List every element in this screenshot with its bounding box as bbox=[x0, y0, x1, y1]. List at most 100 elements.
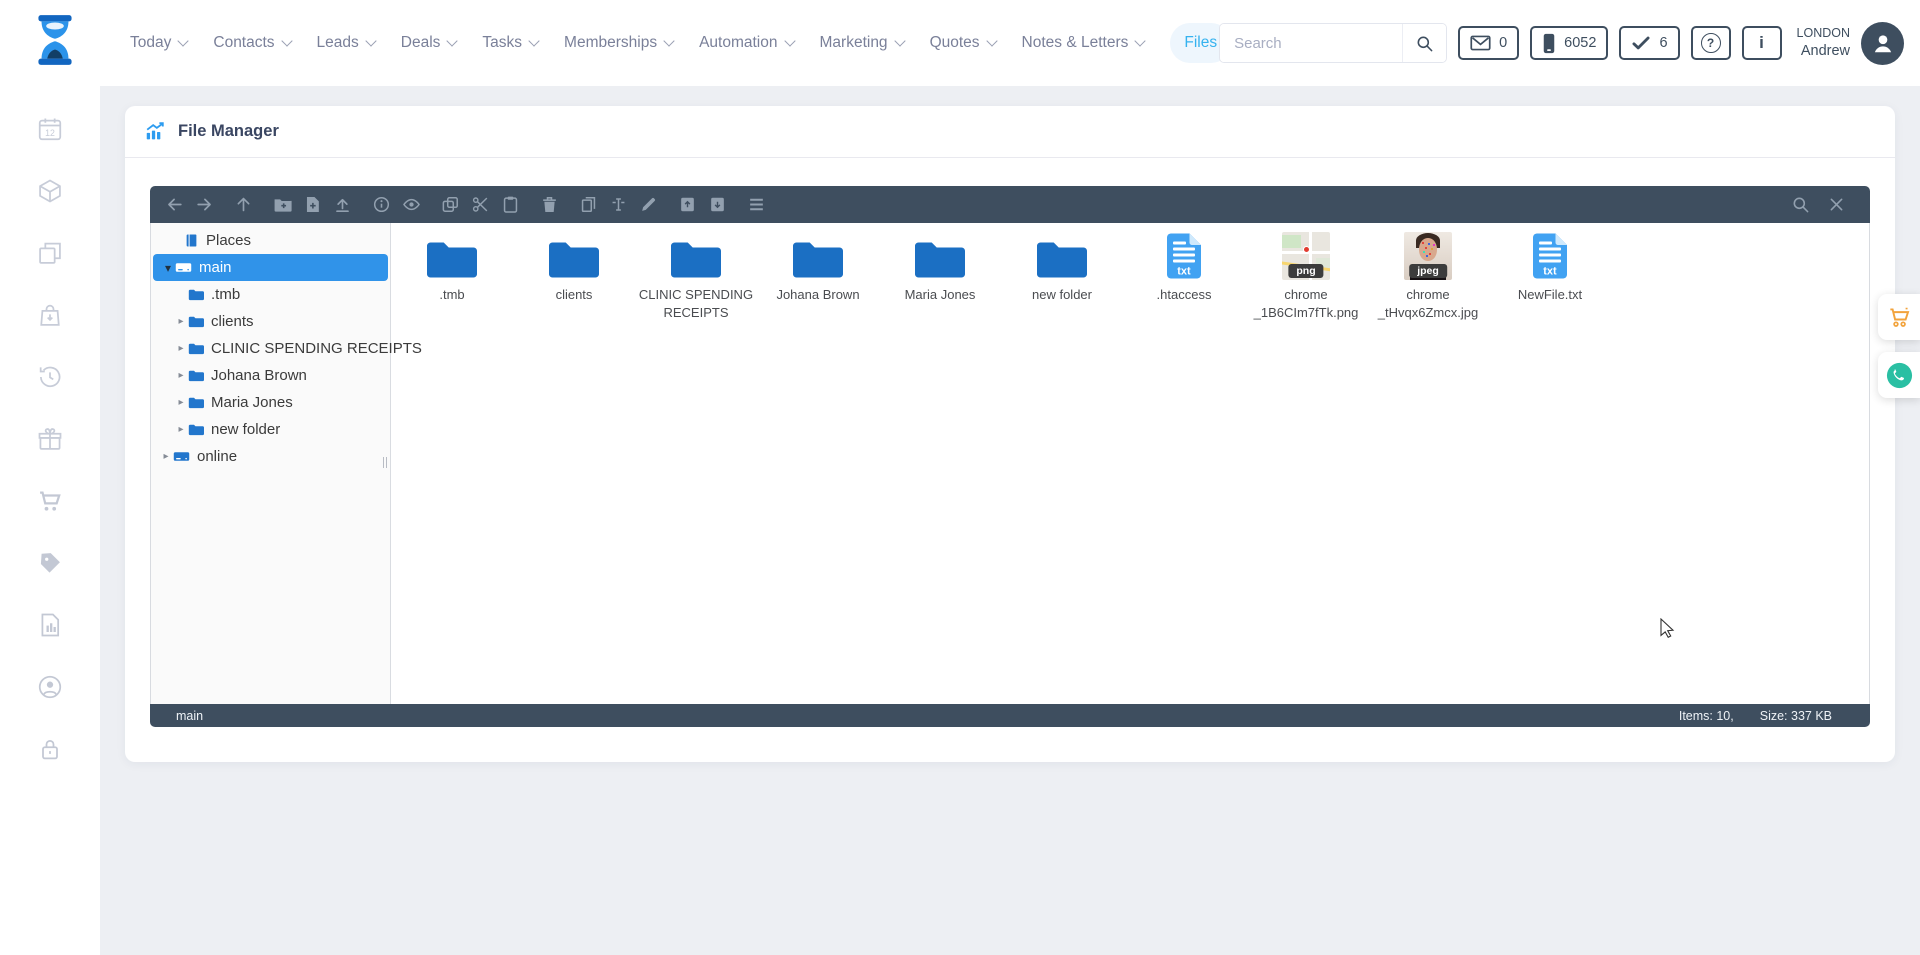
page-title: File Manager bbox=[178, 122, 279, 141]
file-cell-htaccess[interactable]: txt .htaccess bbox=[1123, 227, 1245, 321]
user-avatar[interactable] bbox=[1861, 22, 1904, 65]
caret-down-icon[interactable] bbox=[161, 261, 175, 275]
caret-right-icon[interactable] bbox=[174, 397, 188, 408]
tree-row-main[interactable]: main bbox=[153, 254, 388, 281]
cart-icon[interactable] bbox=[36, 486, 65, 515]
app-logo-hourglass-icon[interactable] bbox=[26, 12, 84, 70]
file-name: clients bbox=[556, 286, 593, 304]
calendar-icon[interactable]: 12 bbox=[36, 114, 65, 143]
fm-search-icon[interactable] bbox=[1790, 194, 1811, 215]
copy-icon[interactable] bbox=[440, 194, 461, 215]
file-cell-chrome-jpg[interactable]: jpeg chrome​_tHvqx6Zmcx.jpg bbox=[1367, 227, 1489, 321]
caret-right-icon[interactable] bbox=[174, 316, 188, 327]
file-cell-clients[interactable]: clients bbox=[513, 227, 635, 321]
file-cell-chrome-png[interactable]: png chrome​_1B6CIm7fTk.png bbox=[1245, 227, 1367, 321]
folder-icon bbox=[791, 230, 845, 280]
main-nav: Today Contacts Leads Deals Tasks Members… bbox=[130, 0, 1231, 86]
file-grid[interactable]: .tmb clients CLINIC SPENDING RECEIPTS Jo… bbox=[391, 223, 1869, 704]
nav-notes-letters[interactable]: Notes & Letters bbox=[1022, 34, 1145, 52]
up-icon[interactable] bbox=[233, 194, 254, 215]
tree-row-clinic-spending-receipts[interactable]: CLINIC SPENDING RECEIPTS bbox=[151, 335, 390, 362]
rename-icon[interactable] bbox=[608, 194, 629, 215]
task-counter-button[interactable]: 6 bbox=[1619, 26, 1679, 60]
search-input[interactable] bbox=[1220, 24, 1402, 62]
nav-today[interactable]: Today bbox=[130, 34, 187, 52]
preview-eye-icon[interactable] bbox=[401, 194, 422, 215]
tree-row-tmb[interactable]: .tmb bbox=[151, 281, 390, 308]
info-icon[interactable] bbox=[371, 194, 392, 215]
file-cell-johana-brown[interactable]: Johana Brown bbox=[757, 227, 879, 321]
file-name: .tmb bbox=[439, 286, 464, 304]
shopping-bag-icon[interactable] bbox=[36, 300, 65, 329]
tree-row-places[interactable]: Places bbox=[151, 227, 390, 254]
forward-icon[interactable] bbox=[194, 194, 215, 215]
pages-icon[interactable] bbox=[36, 238, 65, 267]
nav-tasks[interactable]: Tasks bbox=[482, 34, 538, 52]
folder-icon bbox=[188, 369, 204, 382]
caret-right-icon[interactable] bbox=[159, 451, 173, 462]
file-cell-clinic-spending-receipts[interactable]: CLINIC SPENDING RECEIPTS bbox=[635, 227, 757, 321]
price-tag-icon[interactable] bbox=[36, 548, 65, 577]
tree-label: CLINIC SPENDING RECEIPTS bbox=[211, 340, 422, 357]
nav-label: Files bbox=[1184, 34, 1217, 52]
file-cell-tmb[interactable]: .tmb bbox=[391, 227, 513, 321]
back-icon[interactable] bbox=[164, 194, 185, 215]
nav-deals[interactable]: Deals bbox=[401, 34, 457, 52]
call-counter-button[interactable]: 6052 bbox=[1530, 26, 1608, 60]
tree-row-clients[interactable]: clients bbox=[151, 308, 390, 335]
caret-right-icon[interactable] bbox=[174, 424, 188, 435]
caret-right-icon[interactable] bbox=[174, 343, 188, 354]
delete-icon[interactable] bbox=[539, 194, 560, 215]
info-button[interactable]: i bbox=[1742, 26, 1782, 60]
search-box bbox=[1219, 23, 1447, 63]
folder-icon bbox=[188, 396, 204, 409]
caret-right-icon[interactable] bbox=[174, 370, 188, 381]
floating-phone-button[interactable] bbox=[1878, 352, 1920, 398]
report-icon[interactable] bbox=[36, 610, 65, 639]
cut-icon[interactable] bbox=[470, 194, 491, 215]
tree-row-new-folder[interactable]: new folder bbox=[151, 416, 390, 443]
nav-memberships[interactable]: Memberships bbox=[564, 34, 673, 52]
new-folder-icon[interactable] bbox=[272, 194, 293, 215]
tree-row-johana-brown[interactable]: Johana Brown bbox=[151, 362, 390, 389]
chevron-down-icon bbox=[663, 35, 674, 46]
file-cell-maria-jones[interactable]: Maria Jones bbox=[879, 227, 1001, 321]
list-view-icon[interactable] bbox=[746, 194, 767, 215]
paste-icon[interactable] bbox=[500, 194, 521, 215]
lock-icon[interactable] bbox=[36, 734, 65, 763]
package-icon[interactable] bbox=[36, 176, 65, 205]
upload-icon[interactable] bbox=[332, 194, 353, 215]
nav-quotes[interactable]: Quotes bbox=[930, 34, 996, 52]
new-file-icon[interactable] bbox=[302, 194, 323, 215]
gift-icon[interactable] bbox=[36, 424, 65, 453]
account-icon[interactable] bbox=[36, 672, 65, 701]
phone-icon bbox=[1542, 33, 1556, 54]
drive-icon bbox=[173, 449, 190, 464]
txt-badge: txt bbox=[1543, 266, 1557, 278]
chevron-down-icon bbox=[281, 35, 292, 46]
nav-contacts[interactable]: Contacts bbox=[213, 34, 290, 52]
duplicate-icon[interactable] bbox=[578, 194, 599, 215]
mail-counter-button[interactable]: 0 bbox=[1458, 26, 1519, 60]
icon-sidebar: 12 bbox=[0, 86, 100, 955]
edit-pencil-icon[interactable] bbox=[638, 194, 659, 215]
file-cell-new-folder[interactable]: new folder bbox=[1001, 227, 1123, 321]
file-name: .htaccess bbox=[1157, 286, 1212, 304]
tree-resize-handle[interactable] bbox=[383, 457, 387, 468]
nav-label: Memberships bbox=[564, 34, 657, 52]
file-cell-newfile-txt[interactable]: txt NewFile.txt bbox=[1489, 227, 1611, 321]
search-button[interactable] bbox=[1402, 24, 1446, 62]
info-icon: i bbox=[1759, 33, 1764, 53]
tree-row-maria-jones[interactable]: Maria Jones bbox=[151, 389, 390, 416]
history-icon[interactable] bbox=[36, 362, 65, 391]
tree-row-online[interactable]: online bbox=[151, 443, 390, 470]
extract-icon[interactable] bbox=[707, 194, 728, 215]
person-icon bbox=[1870, 30, 1896, 56]
nav-marketing[interactable]: Marketing bbox=[820, 34, 904, 52]
archive-icon[interactable] bbox=[677, 194, 698, 215]
floating-cart-button[interactable] bbox=[1878, 294, 1920, 340]
help-button[interactable]: ? bbox=[1691, 26, 1731, 60]
close-icon[interactable] bbox=[1826, 194, 1847, 215]
nav-automation[interactable]: Automation bbox=[699, 34, 793, 52]
nav-leads[interactable]: Leads bbox=[317, 34, 375, 52]
